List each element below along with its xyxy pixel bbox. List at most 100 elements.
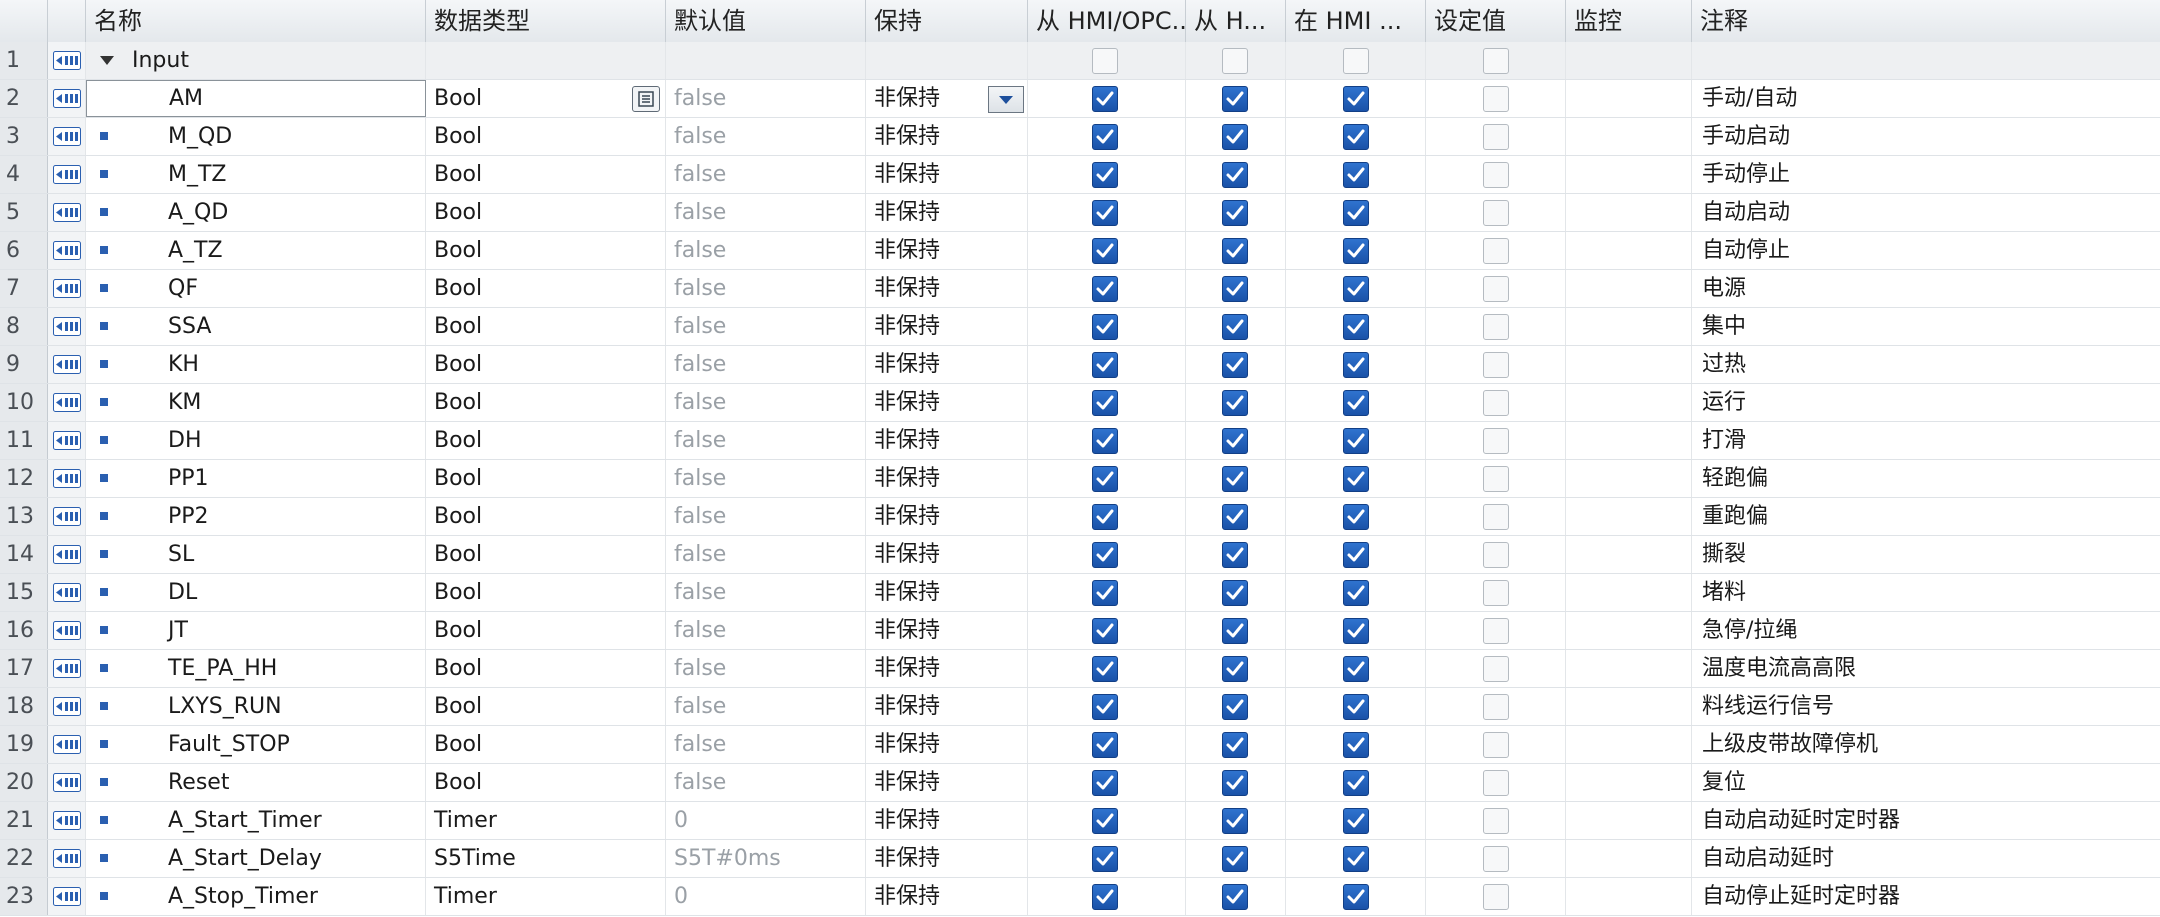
retain-cell[interactable]: 非保持 <box>866 346 1028 383</box>
setpoint-checkbox[interactable] <box>1483 200 1509 226</box>
hmi-write-checkbox[interactable] <box>1222 694 1248 720</box>
hmi-write-checkbox[interactable] <box>1222 390 1248 416</box>
hmi-write-checkbox[interactable] <box>1222 352 1248 378</box>
hmi-visible-checkbox[interactable] <box>1343 276 1369 302</box>
setpoint-checkbox[interactable] <box>1483 618 1509 644</box>
datatype-cell[interactable]: Bool <box>426 308 666 345</box>
hmi-write-checkbox[interactable] <box>1222 124 1248 150</box>
retain-cell[interactable]: 非保持 <box>866 118 1028 155</box>
setpoint-checkbox[interactable] <box>1483 808 1509 834</box>
hmi-write-checkbox[interactable] <box>1222 162 1248 188</box>
table-row[interactable]: 10 KM Bool false 非保持 运行 <box>0 384 2160 422</box>
hmi-visible-checkbox[interactable] <box>1343 200 1369 226</box>
default-cell[interactable]: false <box>666 156 866 193</box>
hmi-opc-checkbox[interactable] <box>1092 618 1118 644</box>
setpoint-checkbox[interactable] <box>1483 504 1509 530</box>
datatype-cell[interactable]: Timer <box>426 878 666 915</box>
hmi-visible-checkbox[interactable] <box>1343 390 1369 416</box>
hmi-opc-checkbox[interactable] <box>1092 200 1118 226</box>
datatype-cell[interactable]: Bool <box>426 460 666 497</box>
name-cell[interactable]: A_TZ <box>86 232 426 269</box>
default-cell[interactable]: false <box>666 346 866 383</box>
name-cell[interactable]: A_Stop_Timer <box>86 878 426 915</box>
datatype-cell[interactable]: Bool <box>426 346 666 383</box>
table-row[interactable]: 8 SSA Bool false 非保持 集中 <box>0 308 2160 346</box>
setpoint-checkbox[interactable] <box>1483 846 1509 872</box>
table-row[interactable]: 21 A_Start_Timer Timer 0 非保持 自动启动延时定时器 <box>0 802 2160 840</box>
hmi-write-checkbox[interactable] <box>1222 542 1248 568</box>
datatype-cell[interactable]: Bool <box>426 574 666 611</box>
hmi-write-checkbox[interactable] <box>1222 314 1248 340</box>
name-cell[interactable]: PP2 <box>86 498 426 535</box>
comment-cell[interactable]: 堵料 <box>1692 574 2160 611</box>
retain-cell[interactable] <box>866 42 1028 79</box>
hmi-opc-checkbox[interactable] <box>1092 770 1118 796</box>
hmi-opc-checkbox[interactable] <box>1092 466 1118 492</box>
name-cell[interactable]: TE_PA_HH <box>86 650 426 687</box>
setpoint-checkbox[interactable] <box>1483 314 1509 340</box>
hmi-visible-checkbox[interactable] <box>1343 694 1369 720</box>
table-row[interactable]: 7 QF Bool false 非保持 电源 <box>0 270 2160 308</box>
setpoint-checkbox[interactable] <box>1483 656 1509 682</box>
name-cell[interactable]: QF <box>86 270 426 307</box>
table-row[interactable]: 4 M_TZ Bool false 非保持 手动停止 <box>0 156 2160 194</box>
header-accessible-from-hmi-opc[interactable]: 从 HMI/OPC.. <box>1028 0 1186 42</box>
table-row[interactable]: 15 DL Bool false 非保持 堵料 <box>0 574 2160 612</box>
hmi-visible-checkbox[interactable] <box>1343 884 1369 910</box>
setpoint-checkbox[interactable] <box>1483 48 1509 74</box>
retain-cell[interactable]: 非保持 <box>866 840 1028 877</box>
table-row[interactable]: 16 JT Bool false 非保持 急停/拉绳 <box>0 612 2160 650</box>
hmi-opc-checkbox[interactable] <box>1092 656 1118 682</box>
retain-cell[interactable]: 非保持 <box>866 460 1028 497</box>
datatype-cell[interactable]: Bool <box>426 194 666 231</box>
table-row[interactable]: 23 A_Stop_Timer Timer 0 非保持 自动停止延时定时器 <box>0 878 2160 916</box>
hmi-visible-checkbox[interactable] <box>1343 314 1369 340</box>
comment-cell[interactable]: 自动启动 <box>1692 194 2160 231</box>
name-cell[interactable]: KM <box>86 384 426 421</box>
retain-cell[interactable]: 非保持 <box>866 764 1028 801</box>
table-row[interactable]: 12 PP1 Bool false 非保持 轻跑偏 <box>0 460 2160 498</box>
hmi-opc-checkbox[interactable] <box>1092 732 1118 758</box>
hmi-write-checkbox[interactable] <box>1222 238 1248 264</box>
comment-cell[interactable]: 复位 <box>1692 764 2160 801</box>
hmi-visible-checkbox[interactable] <box>1343 466 1369 492</box>
name-cell[interactable]: M_QD <box>86 118 426 155</box>
hmi-opc-checkbox[interactable] <box>1092 504 1118 530</box>
default-cell[interactable]: false <box>666 460 866 497</box>
header-visible-in-hmi[interactable]: 在 HMI ... <box>1286 0 1426 42</box>
name-cell[interactable]: DH <box>86 422 426 459</box>
default-cell[interactable]: false <box>666 498 866 535</box>
table-row[interactable]: 3 M_QD Bool false 非保持 手动启动 <box>0 118 2160 156</box>
setpoint-checkbox[interactable] <box>1483 694 1509 720</box>
table-row[interactable]: 14 SL Bool false 非保持 撕裂 <box>0 536 2160 574</box>
retain-cell[interactable]: 非保持 <box>866 650 1028 687</box>
name-cell[interactable]: JT <box>86 612 426 649</box>
comment-cell[interactable]: 过热 <box>1692 346 2160 383</box>
default-cell[interactable]: false <box>666 270 866 307</box>
table-row[interactable]: 17 TE_PA_HH Bool false 非保持 温度电流高高限 <box>0 650 2160 688</box>
table-row[interactable]: 6 A_TZ Bool false 非保持 自动停止 <box>0 232 2160 270</box>
hmi-visible-checkbox[interactable] <box>1343 48 1369 74</box>
hmi-opc-checkbox[interactable] <box>1092 884 1118 910</box>
table-row[interactable]: 20 Reset Bool false 非保持 复位 <box>0 764 2160 802</box>
setpoint-checkbox[interactable] <box>1483 352 1509 378</box>
datatype-cell[interactable]: Bool <box>426 688 666 725</box>
retain-cell[interactable]: 非保持 <box>866 802 1028 839</box>
default-cell[interactable]: false <box>666 612 866 649</box>
hmi-opc-checkbox[interactable] <box>1092 390 1118 416</box>
comment-cell[interactable]: 轻跑偏 <box>1692 460 2160 497</box>
table-row[interactable]: 2 Bool false 非保持 手动/自动 AM <box>0 80 2160 118</box>
retain-cell[interactable]: 非保持 <box>866 232 1028 269</box>
default-cell[interactable]: false <box>666 232 866 269</box>
hmi-opc-checkbox[interactable] <box>1092 808 1118 834</box>
default-cell[interactable]: false <box>666 536 866 573</box>
hmi-opc-checkbox[interactable] <box>1092 276 1118 302</box>
hmi-visible-checkbox[interactable] <box>1343 428 1369 454</box>
comment-cell[interactable]: 运行 <box>1692 384 2160 421</box>
hmi-visible-checkbox[interactable] <box>1343 86 1369 112</box>
datatype-cell[interactable]: Bool <box>426 118 666 155</box>
hmi-visible-checkbox[interactable] <box>1343 846 1369 872</box>
name-cell[interactable]: PP1 <box>86 460 426 497</box>
hmi-opc-checkbox[interactable] <box>1092 352 1118 378</box>
datatype-cell[interactable]: Bool <box>426 764 666 801</box>
